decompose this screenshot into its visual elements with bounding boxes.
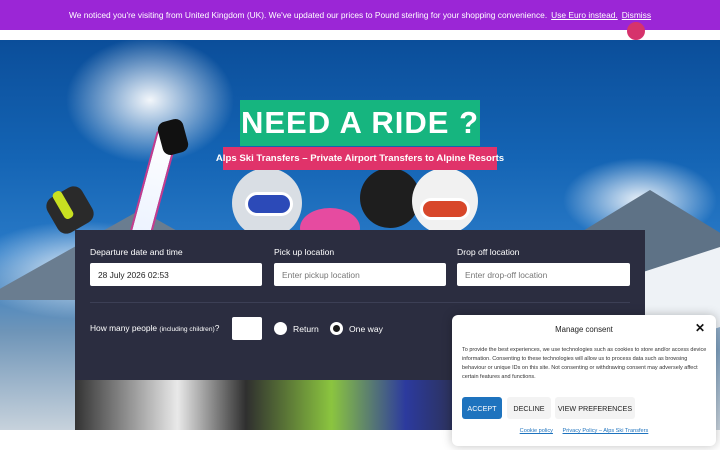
currency-notice-text: We noticed you're visiting from United K…: [68, 10, 548, 20]
consent-title: Manage consent: [555, 325, 613, 334]
close-icon[interactable]: ✕: [694, 322, 706, 334]
skier-helmet-3: [360, 168, 420, 228]
view-preferences-button[interactable]: VIEW PREFERENCES: [555, 397, 635, 419]
people-count-label: How many people (including children)?: [90, 323, 219, 333]
account-icon[interactable]: [627, 22, 645, 40]
site-header: [0, 30, 720, 40]
people-count-input[interactable]: [232, 317, 262, 340]
skier-goggles-4: [420, 198, 470, 220]
cookie-policy-link[interactable]: Cookie policy: [520, 428, 553, 434]
one-way-radio[interactable]: [330, 322, 343, 335]
departure-label: Departure date and time: [90, 247, 183, 257]
currency-notice-bar: We noticed you're visiting from United K…: [0, 0, 720, 30]
pickup-label: Pick up location: [274, 247, 335, 257]
pickup-location-input[interactable]: Enter pickup location: [274, 263, 446, 286]
return-radio-label: Return: [293, 324, 319, 334]
one-way-radio-label: One way: [349, 324, 383, 334]
dropoff-location-input[interactable]: Enter drop-off location: [457, 263, 630, 286]
hero-subheadline: Alps Ski Transfers – Private Airport Tra…: [216, 147, 504, 170]
cookie-consent-dialog: Manage consent ✕ To provide the best exp…: [452, 315, 716, 446]
people-label-qmark: ?: [214, 323, 220, 333]
form-divider: [90, 302, 630, 303]
departure-datetime-input[interactable]: 28 July 2026 02:53: [90, 263, 262, 286]
dismiss-link[interactable]: Dismiss: [622, 10, 651, 20]
people-label-text: How many people: [90, 323, 158, 333]
dropoff-label: Drop off location: [457, 247, 520, 257]
people-label-hint: (including children): [159, 326, 215, 333]
privacy-policy-link[interactable]: Privacy Policy – Alps Ski Transfers: [563, 428, 649, 434]
return-radio[interactable]: [274, 322, 287, 335]
consent-body-text: To provide the best experiences, we use …: [462, 347, 707, 380]
consent-links: Cookie policy Privacy Policy – Alps Ski …: [452, 428, 716, 434]
use-euro-link[interactable]: Use Euro instead.: [551, 10, 618, 20]
accept-button[interactable]: ACCEPT: [462, 397, 502, 419]
hero-headline: NEED A RIDE ?: [240, 100, 480, 146]
decline-button[interactable]: DECLINE: [507, 397, 551, 419]
skier-goggles-1: [245, 192, 293, 216]
